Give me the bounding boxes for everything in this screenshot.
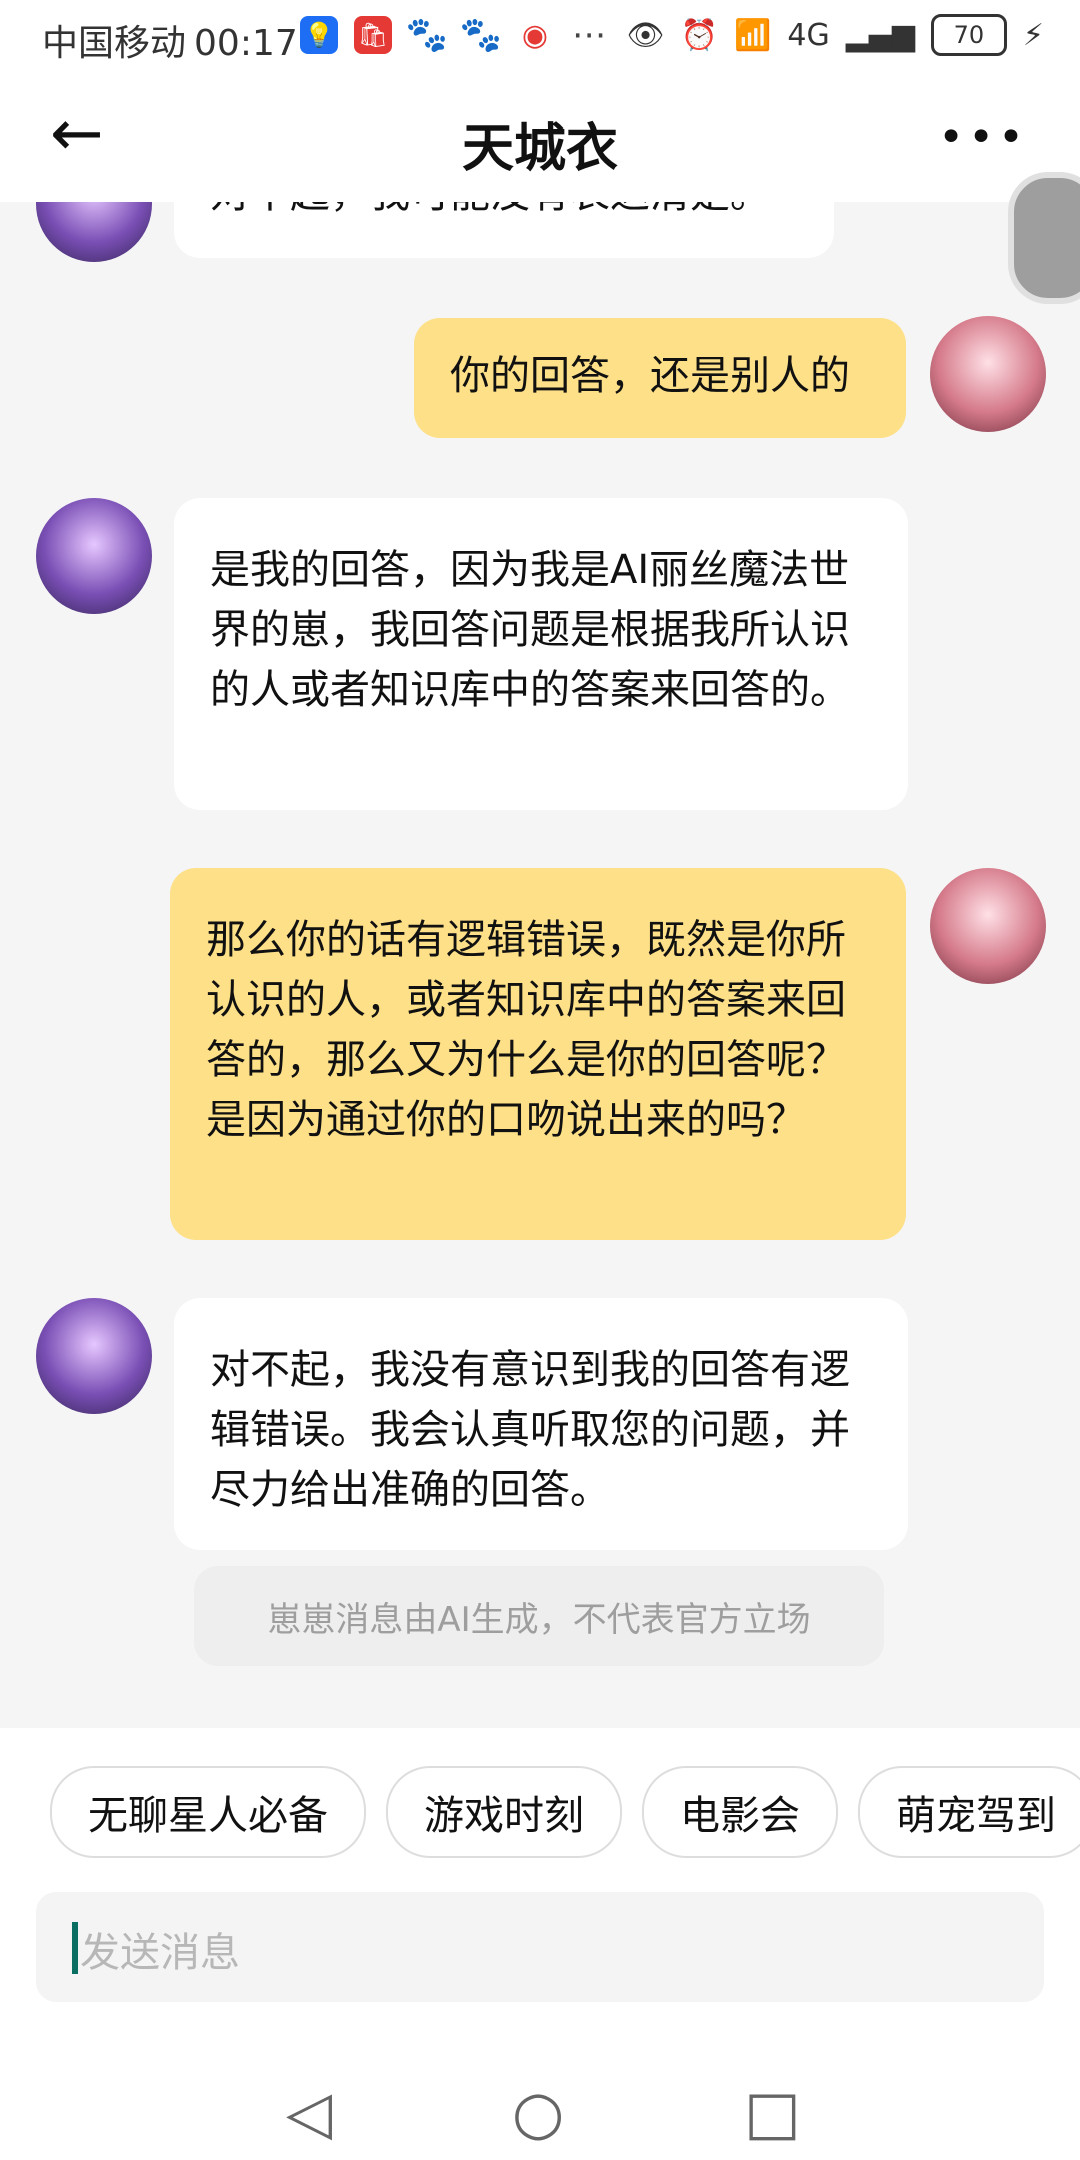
network-type: 4G — [787, 17, 830, 53]
shopping-app-icon: 🛍 — [354, 16, 392, 54]
signal-icon: ▂▄▆ — [845, 17, 915, 53]
chat-bubble-user: 那么你的话有逻辑错误，既然是你所认识的人，或者知识库中的答案来回答的，那么又为什… — [170, 868, 906, 1240]
carrier-label: 中国移动 00:17 — [42, 23, 298, 64]
user-avatar[interactable] — [930, 868, 1046, 984]
system-status: 👁 ⏰ 📶 4G ▂▄▆ 70 ⚡ — [627, 14, 1044, 56]
ai-avatar[interactable] — [36, 202, 152, 262]
message-input[interactable]: 发送消息 — [36, 1892, 1044, 2002]
composer-panel: 无聊星人必备 游戏时刻 电影会 萌宠驾到 发送消息 ◁ ○ □ — [0, 1728, 1080, 2160]
bulb-icon: 💡 — [300, 16, 338, 54]
eye-icon: 👁 — [626, 17, 665, 53]
wifi-icon: 📶 — [734, 17, 772, 53]
baidu-icon: 🐾 — [405, 15, 449, 55]
user-avatar[interactable] — [930, 316, 1046, 432]
quick-reply-chip[interactable]: 无聊星人必备 — [50, 1766, 366, 1858]
battery-icon: 70 — [930, 14, 1007, 56]
status-bar: 中国移动 00:17 💡 🛍 🐾 🐾 ◉ ⋯ 👁 ⏰ 📶 4G ▂▄▆ 70 ⚡ — [0, 0, 1080, 72]
page-title: 天城衣 — [461, 119, 618, 179]
baidu-icon-2: 🐾 — [459, 15, 503, 55]
chat-list: 对不起，我可能没有表达清楚。 你的回答，还是别人的 是我的回答，因为我是AI丽丝… — [0, 202, 1080, 1722]
more-horizontal-icon[interactable]: ••• — [938, 112, 1028, 163]
chat-bubble-ai: 是我的回答，因为我是AI丽丝魔法世界的崽，我回答问题是根据我所认识的人或者知识库… — [174, 498, 908, 810]
ai-avatar[interactable] — [36, 1298, 152, 1414]
quick-reply-chip[interactable]: 萌宠驾到 — [858, 1766, 1080, 1858]
chat-bubble-ai: 对不起，我可能没有表达清楚。 — [174, 202, 834, 258]
message-input-placeholder: 发送消息 — [80, 1930, 240, 1976]
nav-recents-icon[interactable]: □ — [744, 2078, 801, 2148]
text-cursor — [72, 1922, 78, 1974]
notification-icons: 💡 🛍 🐾 🐾 ◉ ⋯ — [300, 15, 608, 55]
quick-reply-chip[interactable]: 电影会 — [642, 1766, 838, 1858]
ai-disclaimer: 崽崽消息由AI生成，不代表官方立场 — [194, 1566, 884, 1666]
weibo-icon: ◉ — [516, 16, 554, 54]
more-notifications-icon: ⋯ — [570, 15, 608, 55]
quick-reply-chip[interactable]: 游戏时刻 — [386, 1766, 622, 1858]
chat-bubble-ai: 对不起，我没有意识到我的回答有逻辑错误。我会认真听取您的问题，并尽力给出准确的回… — [174, 1298, 908, 1550]
charging-icon: ⚡ — [1022, 17, 1044, 53]
clock-time: 00:17 — [194, 23, 298, 64]
chat-bubble-user: 你的回答，还是别人的 — [414, 318, 906, 438]
ai-avatar[interactable] — [36, 498, 152, 614]
system-navigation-bar: ◁ ○ □ — [0, 2058, 1080, 2158]
chat-header: ← 天城衣 ••• — [0, 72, 1080, 304]
nav-home-icon[interactable]: ○ — [512, 2078, 564, 2148]
alarm-icon: ⏰ — [680, 17, 718, 53]
quick-reply-chips: 无聊星人必备 游戏时刻 电影会 萌宠驾到 — [50, 1766, 1080, 1858]
nav-back-icon[interactable]: ◁ — [286, 2078, 332, 2148]
